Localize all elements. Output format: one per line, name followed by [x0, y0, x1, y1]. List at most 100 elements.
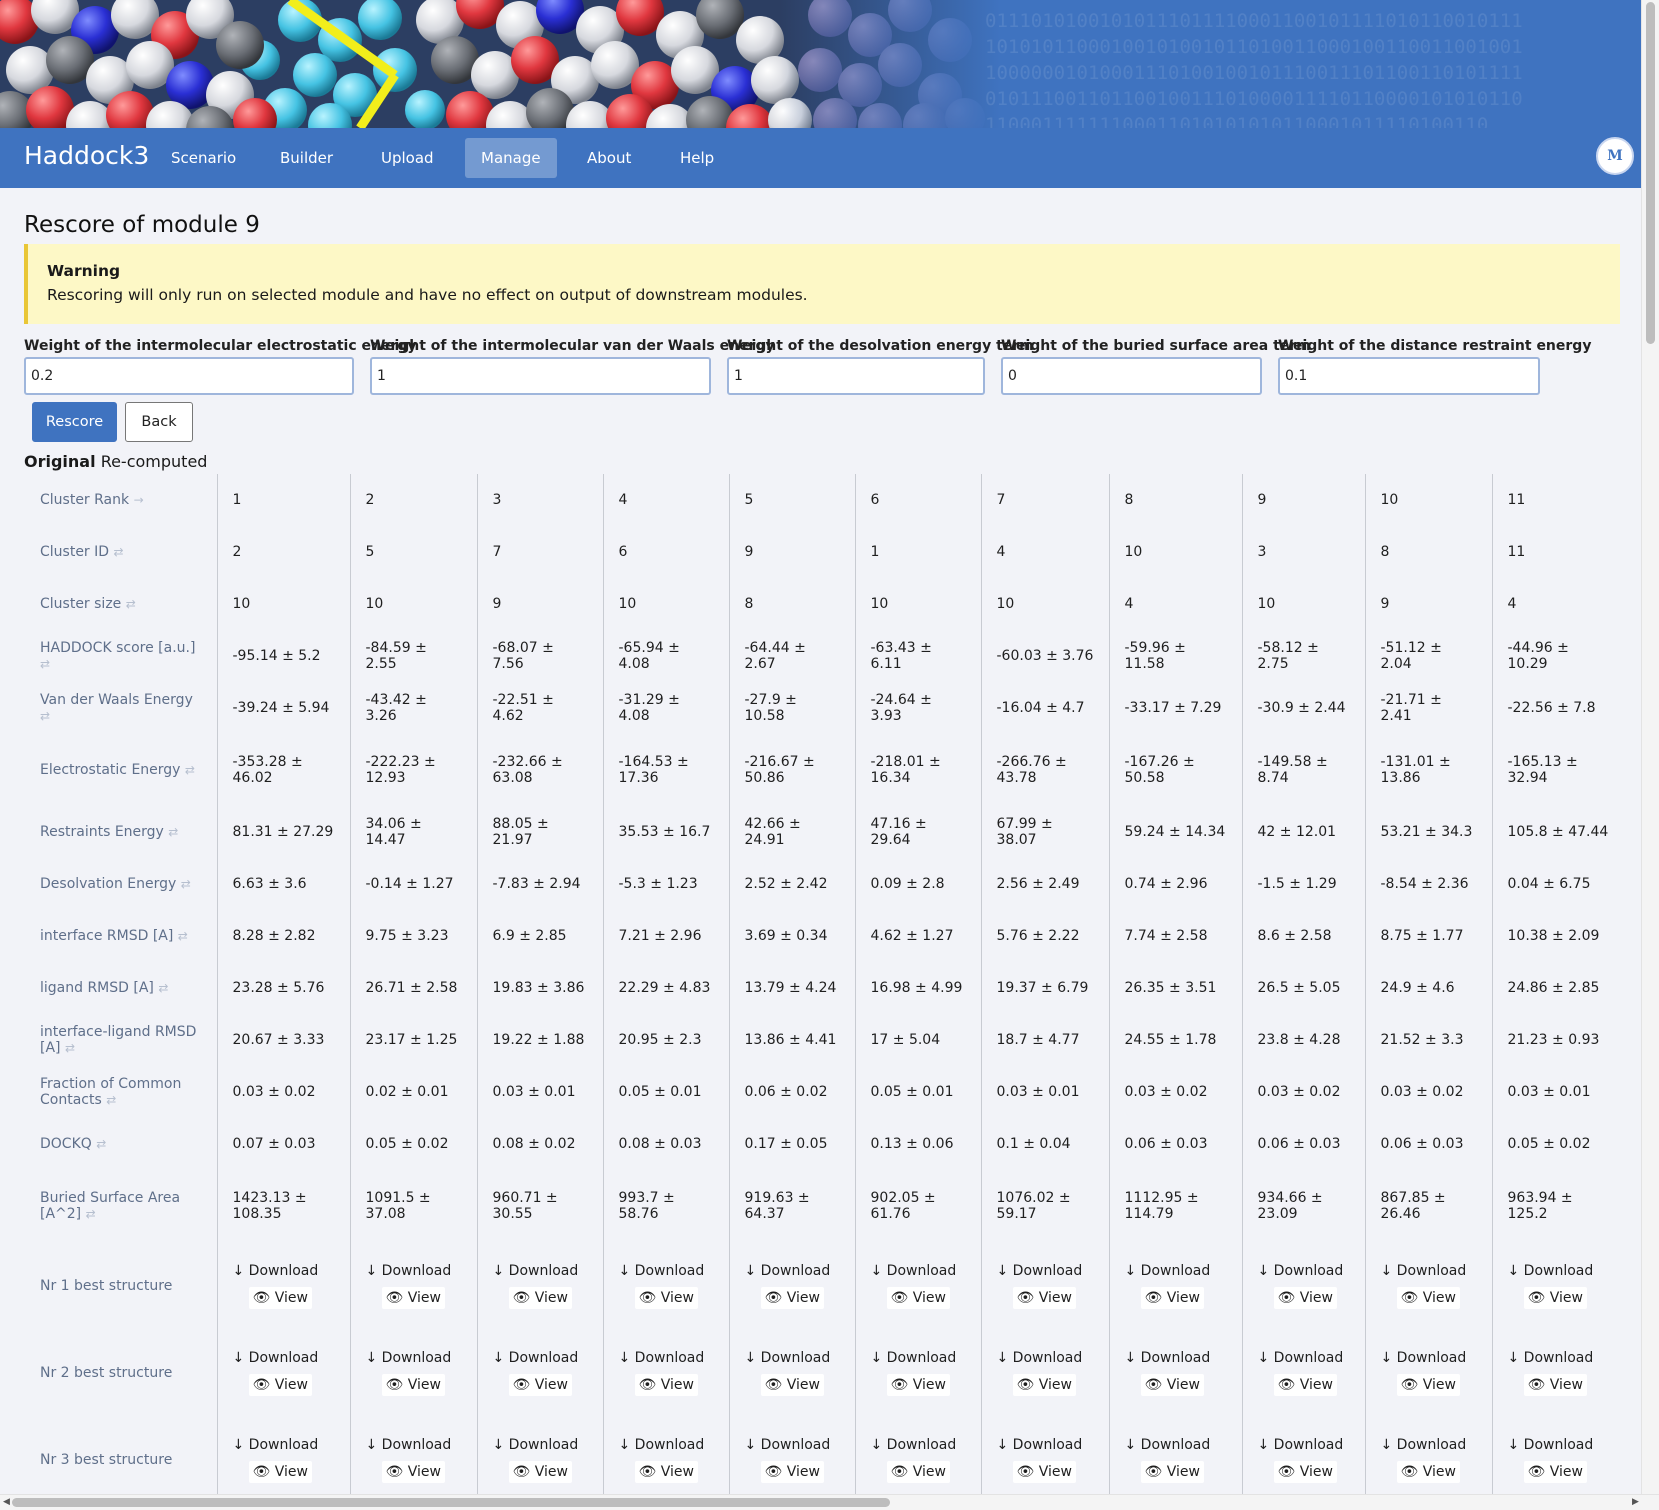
row-header[interactable]: Restraints Energy ⇄ [24, 806, 217, 858]
sort-toggle-icon[interactable]: ⇄ [86, 1207, 96, 1221]
row-header[interactable]: Van der Waals Energy ⇄ [24, 682, 217, 734]
row-header[interactable]: Cluster Rank → [24, 474, 217, 526]
view-button[interactable]: 👁 View [1523, 1373, 1587, 1396]
nav-upload[interactable]: Upload [365, 138, 450, 178]
view-button[interactable]: 👁 View [634, 1373, 698, 1396]
view-button[interactable]: 👁 View [760, 1373, 824, 1396]
rescore-button[interactable]: Rescore [32, 402, 117, 442]
sort-toggle-icon[interactable]: ⇄ [114, 545, 124, 559]
download-link[interactable]: ↓ Download [619, 1350, 714, 1366]
row-header[interactable]: interface RMSD [A] ⇄ [24, 910, 217, 962]
download-link[interactable]: ↓ Download [233, 1263, 335, 1279]
back-button[interactable]: Back [125, 402, 193, 442]
download-link[interactable]: ↓ Download [1125, 1350, 1227, 1366]
download-link[interactable]: ↓ Download [1508, 1263, 1611, 1279]
weight-bsa-input[interactable] [1001, 357, 1262, 395]
view-button[interactable]: 👁 View [1012, 1373, 1076, 1396]
download-link[interactable]: ↓ Download [1381, 1350, 1477, 1366]
sort-toggle-icon[interactable]: ⇄ [40, 709, 50, 723]
toggle-original[interactable]: Original [24, 452, 96, 471]
download-link[interactable]: ↓ Download [745, 1437, 840, 1453]
download-link[interactable]: ↓ Download [366, 1350, 462, 1366]
sort-toggle-icon[interactable]: ⇄ [158, 981, 168, 995]
row-header[interactable]: DOCKQ ⇄ [24, 1118, 217, 1170]
download-link[interactable]: ↓ Download [997, 1263, 1094, 1279]
vertical-scrollbar[interactable] [1641, 0, 1659, 1494]
row-header[interactable]: Cluster ID ⇄ [24, 526, 217, 578]
download-link[interactable]: ↓ Download [366, 1263, 462, 1279]
download-link[interactable]: ↓ Download [745, 1350, 840, 1366]
view-button[interactable]: 👁 View [381, 1373, 445, 1396]
download-link[interactable]: ↓ Download [493, 1350, 588, 1366]
sort-toggle-icon[interactable]: ⇄ [65, 1041, 75, 1055]
row-header[interactable]: Electrostatic Energy ⇄ [24, 734, 217, 806]
view-button[interactable]: 👁 View [508, 1286, 572, 1309]
nav-builder[interactable]: Builder [264, 138, 349, 178]
view-button[interactable]: 👁 View [1273, 1286, 1337, 1309]
view-button[interactable]: 👁 View [381, 1460, 445, 1483]
view-button[interactable]: 👁 View [634, 1286, 698, 1309]
view-button[interactable]: 👁 View [1273, 1373, 1337, 1396]
row-header[interactable]: interface-ligand RMSD [A] ⇄ [24, 1014, 217, 1066]
download-link[interactable]: ↓ Download [1258, 1350, 1350, 1366]
view-button[interactable]: 👁 View [886, 1460, 950, 1483]
view-button[interactable]: 👁 View [1012, 1286, 1076, 1309]
vertical-scrollbar-thumb[interactable] [1646, 2, 1655, 344]
download-link[interactable]: ↓ Download [1508, 1350, 1611, 1366]
download-link[interactable]: ↓ Download [745, 1263, 840, 1279]
view-button[interactable]: 👁 View [760, 1286, 824, 1309]
view-button[interactable]: 👁 View [248, 1373, 312, 1396]
view-button[interactable]: 👁 View [1523, 1286, 1587, 1309]
view-button[interactable]: 👁 View [1140, 1460, 1204, 1483]
sort-toggle-icon[interactable]: ⇄ [178, 929, 188, 943]
sort-arrow-icon[interactable]: → [134, 493, 144, 507]
sort-toggle-icon[interactable]: ⇄ [168, 825, 178, 839]
view-button[interactable]: 👁 View [886, 1373, 950, 1396]
row-header[interactable]: HADDOCK score [a.u.] ⇄ [24, 630, 217, 682]
nav-scenario[interactable]: Scenario [155, 138, 252, 178]
download-link[interactable]: ↓ Download [1125, 1263, 1227, 1279]
view-button[interactable]: 👁 View [886, 1286, 950, 1309]
sort-toggle-icon[interactable]: ⇄ [181, 877, 191, 891]
view-button[interactable]: 👁 View [1396, 1373, 1460, 1396]
row-header[interactable]: Fraction of Common Contacts ⇄ [24, 1066, 217, 1118]
sort-toggle-icon[interactable]: ⇄ [106, 1093, 116, 1107]
download-link[interactable]: ↓ Download [871, 1437, 966, 1453]
download-link[interactable]: ↓ Download [871, 1263, 966, 1279]
download-link[interactable]: ↓ Download [1125, 1437, 1227, 1453]
download-link[interactable]: ↓ Download [997, 1437, 1094, 1453]
scroll-left-icon[interactable]: ◀ [3, 1495, 10, 1509]
download-link[interactable]: ↓ Download [1508, 1437, 1611, 1453]
sort-toggle-icon[interactable]: ⇄ [40, 657, 50, 671]
download-link[interactable]: ↓ Download [493, 1263, 588, 1279]
nav-about[interactable]: About [571, 138, 647, 178]
download-link[interactable]: ↓ Download [871, 1350, 966, 1366]
download-link[interactable]: ↓ Download [1381, 1437, 1477, 1453]
download-link[interactable]: ↓ Download [619, 1263, 714, 1279]
download-link[interactable]: ↓ Download [493, 1437, 588, 1453]
view-button[interactable]: 👁 View [1012, 1460, 1076, 1483]
horizontal-scrollbar-thumb[interactable] [12, 1498, 890, 1507]
toggle-recomputed[interactable]: Re-computed [101, 452, 208, 471]
download-link[interactable]: ↓ Download [233, 1350, 335, 1366]
view-button[interactable]: 👁 View [381, 1286, 445, 1309]
view-button[interactable]: 👁 View [508, 1460, 572, 1483]
download-link[interactable]: ↓ Download [619, 1437, 714, 1453]
download-link[interactable]: ↓ Download [233, 1437, 335, 1453]
download-link[interactable]: ↓ Download [997, 1350, 1094, 1366]
view-button[interactable]: 👁 View [248, 1286, 312, 1309]
view-button[interactable]: 👁 View [1140, 1373, 1204, 1396]
download-link[interactable]: ↓ Download [1258, 1263, 1350, 1279]
scroll-right-icon[interactable]: ▶ [1632, 1495, 1639, 1509]
download-link[interactable]: ↓ Download [1381, 1263, 1477, 1279]
row-header[interactable]: ligand RMSD [A] ⇄ [24, 962, 217, 1014]
weight-vdw-input[interactable] [370, 357, 711, 395]
weight-desolvation-input[interactable] [727, 357, 985, 395]
horizontal-scrollbar[interactable]: ◀ ▶ [0, 1494, 1659, 1510]
nav-help[interactable]: Help [664, 138, 730, 178]
view-button[interactable]: 👁 View [634, 1460, 698, 1483]
view-button[interactable]: 👁 View [248, 1460, 312, 1483]
sort-toggle-icon[interactable]: ⇄ [126, 597, 136, 611]
view-button[interactable]: 👁 View [508, 1373, 572, 1396]
user-avatar[interactable]: M [1596, 137, 1634, 175]
